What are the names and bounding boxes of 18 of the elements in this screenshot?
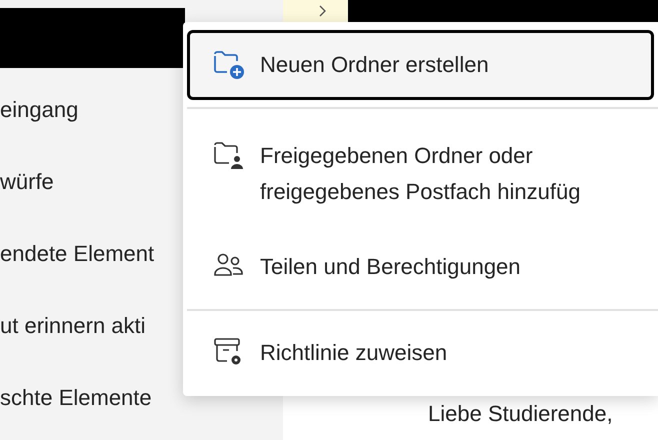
menu-item-label: freigegebenes Postfach hinzufüg bbox=[260, 178, 580, 206]
menu-item[interactable]: Neuen Ordner erstellen bbox=[187, 30, 654, 100]
menu-item[interactable]: Richtlinie zuweisen bbox=[187, 318, 654, 388]
folder-item[interactable]: endete Element bbox=[0, 235, 154, 273]
folder-person-icon bbox=[212, 139, 246, 171]
menu-item-label: Neuen Ordner erstellen bbox=[260, 51, 489, 79]
folder-item[interactable]: schte Elemente bbox=[0, 379, 152, 417]
menu-item-label: Richtlinie zuweisen bbox=[260, 339, 448, 367]
folder-plus-icon bbox=[212, 48, 246, 80]
chevron-right-icon[interactable] bbox=[319, 5, 326, 17]
menu-item[interactable]: Freigegebenen Ordner oder freigegebenes Postfach hinzufüg bbox=[187, 116, 654, 232]
greeting-text: Liebe Studierende, bbox=[428, 400, 613, 428]
menu-item-label: Teilen und Berechtigungen bbox=[260, 253, 521, 281]
folder-item[interactable]: ut erinnern akti bbox=[0, 307, 146, 345]
folder-item[interactable]: würfe bbox=[0, 163, 54, 201]
menu-item-label: Freigegebenen Ordner oder bbox=[260, 142, 534, 170]
folder-item[interactable]: eingang bbox=[0, 91, 78, 129]
menu-item[interactable]: Teilen und Berechtigungen bbox=[187, 232, 654, 302]
